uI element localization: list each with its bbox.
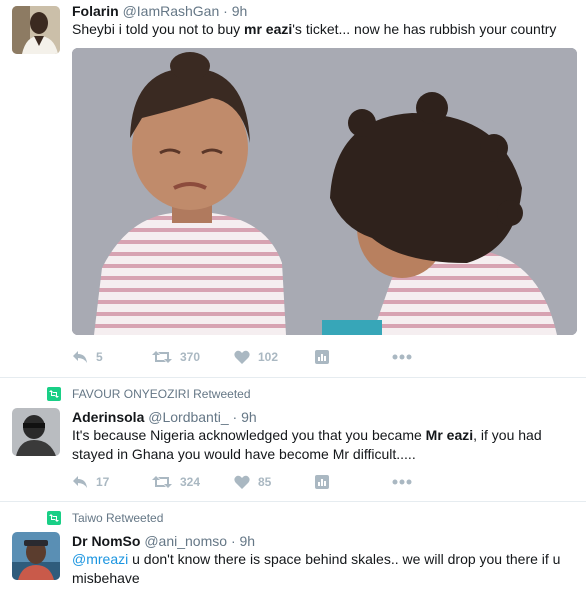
reply-count: 5 [96,350,103,364]
tweet-text-bold: Mr eazi [425,427,474,443]
handle[interactable]: @Lordbanti_ [148,409,228,425]
tweet-actions: 5 370 102 [72,348,432,368]
more-button[interactable] [392,348,412,366]
analytics-button[interactable] [315,473,329,491]
timestamp[interactable]: 9h [240,533,256,549]
fullname[interactable]: Aderinsola [72,409,144,425]
like-button[interactable]: 85 [234,473,271,491]
more-icon [392,479,412,485]
retweet-count: 370 [180,350,201,364]
tweet-header: Folarin @IamRashGan · 9h [72,2,247,20]
separator-dot: · [230,533,236,549]
retweet-badge-icon [47,511,61,525]
timestamp[interactable]: 9h [232,3,248,19]
more-button[interactable] [392,473,412,491]
like-count: 102 [258,350,279,364]
reply-count: 17 [96,475,110,489]
retweet-icon [152,351,172,363]
retweet-badge-icon [47,387,61,401]
retweet-context: Taiwo Retweeted [47,510,163,526]
handle[interactable]: @IamRashGan [123,3,220,19]
tweet-actions: 17 324 85 [72,473,432,493]
like-icon [234,475,250,489]
more-icon [392,354,412,360]
tweet-dr-nomso[interactable]: Taiwo Retweeted Dr NomSo @ani_nomso · 9h… [0,502,586,595]
tweet-text: It's because Nigeria acknowledged you th… [72,426,577,464]
retweet-context-text[interactable]: FAVOUR ONYEOZIRI Retweeted [72,386,251,402]
reply-button[interactable]: 17 [72,473,109,491]
separator-dot: · [232,409,238,425]
avatar[interactable] [12,408,60,456]
avatar-image [12,532,60,580]
reply-button[interactable]: 5 [72,348,103,366]
photo-crying-girls [72,48,577,335]
retweet-button[interactable]: 324 [152,473,200,491]
fullname[interactable]: Dr NomSo [72,533,140,549]
fullname[interactable]: Folarin [72,3,119,19]
retweet-context: FAVOUR ONYEOZIRI Retweeted [47,386,251,402]
like-icon [234,350,250,364]
tweet-text-part: u don't know there is space behind skale… [72,551,561,586]
reply-icon [73,351,87,363]
retweet-icon [152,476,172,488]
tweet-header: Dr NomSo @ani_nomso · 9h [72,532,255,550]
timestamp[interactable]: 9h [241,409,257,425]
like-button[interactable]: 102 [234,348,278,366]
analytics-button[interactable] [315,348,329,366]
tweet-text: @mreazi u don't know there is space behi… [72,550,577,588]
avatar[interactable] [12,6,60,54]
retweet-context-text[interactable]: Taiwo Retweeted [72,510,163,526]
handle[interactable]: @ani_nomso [144,533,227,549]
tweet-text-part: Sheybi i told you not to buy [72,21,244,37]
retweet-count: 324 [180,475,201,489]
avatar-image [12,408,60,456]
avatar[interactable] [12,532,60,580]
tweet-folarin[interactable]: Folarin @IamRashGan · 9h Sheybi i told y… [0,0,586,378]
tweet-text: Sheybi i told you not to buy mr eazi's t… [72,20,577,38]
tweet-text-bold: mr eazi [244,21,293,37]
separator-dot: · [223,3,228,19]
analytics-icon [315,475,329,489]
tweet-text-part: It's because Nigeria acknowledged you th… [72,427,426,443]
like-count: 85 [258,475,272,489]
mention-link[interactable]: @mreazi [72,551,128,567]
analytics-icon [315,350,329,364]
reply-icon [73,476,87,488]
retweet-button[interactable]: 370 [152,348,200,366]
tweet-photo[interactable] [72,48,577,335]
tweet-text-part: 's ticket... now he has rubbish your cou… [292,21,557,37]
tweet-aderinsola[interactable]: FAVOUR ONYEOZIRI Retweeted Aderinsola @L… [0,378,586,502]
tweet-header: Aderinsola @Lordbanti_ · 9h [72,408,257,426]
avatar-image [12,6,60,54]
